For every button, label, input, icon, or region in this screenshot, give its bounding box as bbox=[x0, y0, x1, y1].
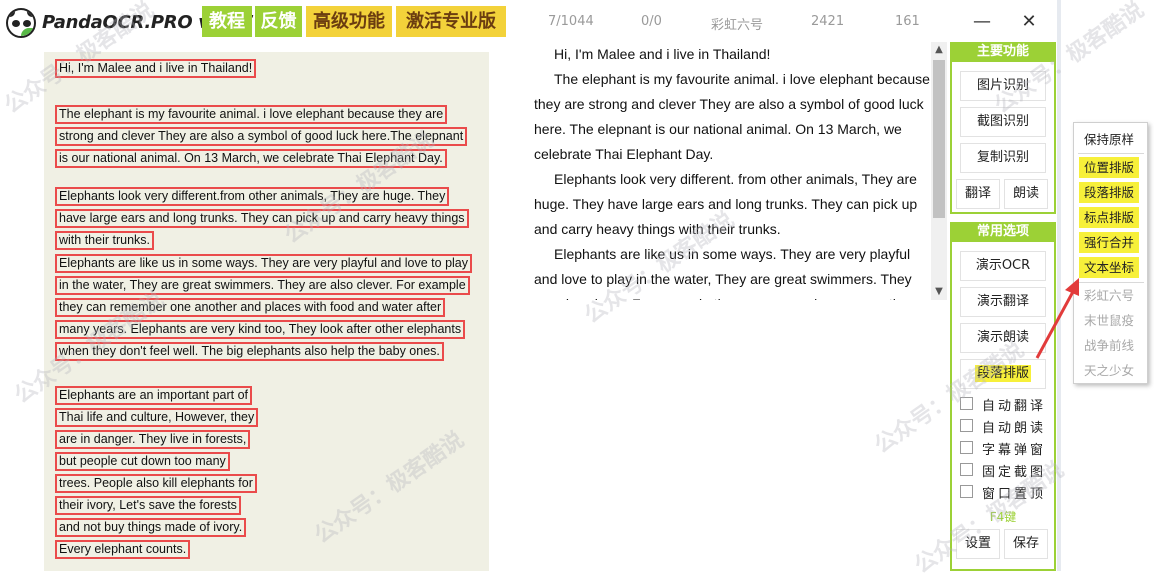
app-window: PandaOCR.PRO v5.57 教程 反馈 高级功能 激活专业版 7/10… bbox=[0, 0, 1060, 571]
time-count: 161 bbox=[895, 14, 920, 29]
hotkey-label: F4键 bbox=[989, 510, 1017, 524]
ocr-box-line: many years. Elephants are very kind too,… bbox=[55, 320, 466, 339]
settings-button[interactable]: 设置 bbox=[956, 529, 1000, 559]
queue-counter: 0/0 bbox=[641, 14, 662, 29]
ocr-box-line: Thai life and culture, However, they bbox=[55, 408, 259, 427]
feedback-tab[interactable]: 反馈 bbox=[255, 6, 302, 37]
checkbox-box bbox=[960, 485, 973, 498]
menu-item-force-merge[interactable]: 强行合并 bbox=[1079, 232, 1139, 253]
ocr-box-line: in the water, They are great swimmers. T… bbox=[55, 276, 470, 295]
ocr-box-line: are in danger. They live in forests, bbox=[55, 430, 251, 449]
read-aloud-button[interactable]: 朗读 bbox=[1004, 179, 1048, 209]
ocr-box-line: with their trunks. bbox=[55, 231, 155, 250]
scroll-down-icon[interactable]: ▼ bbox=[931, 284, 947, 300]
ocr-box-line: they can remember one another and places… bbox=[55, 298, 446, 317]
pin-screenshot-checkbox[interactable]: 固定截图 bbox=[960, 461, 1050, 480]
scroll-up-icon[interactable]: ▲ bbox=[931, 42, 947, 58]
ocr-box-line: and not buy things made of ivory. bbox=[55, 518, 247, 537]
ocr-box-line: Elephants are an important part of bbox=[55, 386, 253, 405]
ocr-box-line: their ivory, Let's save the forests bbox=[55, 496, 241, 515]
auto-read-checkbox[interactable]: 自动朗读 bbox=[960, 417, 1050, 436]
red-arrow-icon bbox=[1035, 278, 1079, 359]
advanced-features-tab[interactable]: 高级功能 bbox=[306, 6, 392, 37]
menu-item-font-rainbow[interactable]: 彩虹六号 bbox=[1079, 285, 1139, 306]
ocr-box-line: but people cut down too many bbox=[55, 452, 230, 471]
result-paragraph: Hi, I'm Malee and i live in Thailand! bbox=[554, 46, 771, 62]
scrollbar-thumb[interactable] bbox=[933, 60, 945, 218]
ocr-box-line: The elephant is my favourite animal. i l… bbox=[55, 105, 448, 124]
font-name-label: 彩虹六号 bbox=[711, 18, 764, 33]
activate-pro-tab[interactable]: 激活专业版 bbox=[396, 6, 506, 37]
source-image-panel: Hi, I'm Malee and i live in Thailand! Th… bbox=[44, 52, 489, 571]
menu-item-font-frontline[interactable]: 战争前线 bbox=[1079, 335, 1139, 356]
ocr-box-line: strong and clever They are also a symbol… bbox=[55, 127, 468, 146]
ocr-box-line: Every elephant counts. bbox=[55, 540, 191, 559]
menu-item-font-sky-girl[interactable]: 天之少女 bbox=[1079, 360, 1139, 381]
checkbox-box bbox=[960, 463, 973, 476]
ocr-box-line: when they don't feel well. The big eleph… bbox=[55, 342, 444, 361]
always-on-top-checkbox[interactable]: 窗口置顶 bbox=[960, 483, 1050, 502]
checkbox-box bbox=[960, 441, 973, 454]
save-button[interactable]: 保存 bbox=[1004, 529, 1048, 559]
checkbox-box bbox=[960, 419, 973, 432]
ocr-box-line: trees. People also kill elephants for bbox=[55, 474, 257, 493]
menu-item-punctuation-layout[interactable]: 标点排版 bbox=[1079, 207, 1139, 228]
menu-separator bbox=[1078, 153, 1144, 154]
close-icon[interactable]: ✕ bbox=[1007, 8, 1051, 36]
ocr-box-line: Elephants are like us in some ways. They… bbox=[55, 254, 473, 273]
menu-item-text-coordinates[interactable]: 文本坐标 bbox=[1079, 257, 1139, 278]
result-paragraph: Elephants are like us in some ways. They… bbox=[534, 246, 913, 300]
title-bar: PandaOCR.PRO v5.57 教程 反馈 高级功能 激活专业版 7/10… bbox=[0, 0, 1058, 44]
image-ocr-button[interactable]: 图片识别 bbox=[960, 71, 1046, 101]
ocr-box-line: Elephants look very different.from other… bbox=[55, 187, 450, 206]
clipboard-ocr-button[interactable]: 复制识别 bbox=[960, 143, 1046, 173]
checkbox-box bbox=[960, 397, 973, 410]
translate-button[interactable]: 翻译 bbox=[956, 179, 1000, 209]
subtitle-popup-checkbox[interactable]: 字幕弹窗 bbox=[960, 439, 1050, 458]
minimize-icon[interactable]: — bbox=[960, 8, 1004, 36]
screenshot-ocr-button[interactable]: 截图识别 bbox=[960, 107, 1046, 137]
ocr-box-line: have large ears and long trunks. They ca… bbox=[55, 209, 469, 228]
char-count: 2421 bbox=[811, 14, 845, 29]
panda-logo-icon bbox=[6, 8, 36, 38]
menu-item-position-layout[interactable]: 位置排版 bbox=[1079, 157, 1139, 178]
paragraph-layout-label: 段落排版 bbox=[974, 365, 1031, 382]
menu-item-font-plague[interactable]: 末世鼠疫 bbox=[1079, 310, 1139, 331]
menu-item-keep-original[interactable]: 保持原样 bbox=[1079, 129, 1139, 150]
auto-translate-checkbox[interactable]: 自动翻译 bbox=[960, 395, 1050, 414]
tutorial-tab[interactable]: 教程 bbox=[202, 6, 252, 37]
ocr-box-line: Hi, I'm Malee and i live in Thailand! bbox=[55, 59, 257, 78]
common-options-header: 常用选项 bbox=[950, 222, 1056, 242]
result-scrollbar[interactable]: ▲ ▼ bbox=[931, 42, 947, 300]
main-functions-header: 主要功能 bbox=[950, 42, 1056, 62]
result-paragraph: The elephant is my favourite animal. i l… bbox=[534, 71, 930, 162]
ocr-box-line: is our national animal. On 13 March, we … bbox=[55, 149, 447, 168]
ocr-result-textarea[interactable]: Hi, I'm Malee and i live in Thailand! Th… bbox=[533, 42, 933, 300]
result-paragraph: Elephants look very different. from othe… bbox=[534, 171, 918, 237]
menu-separator bbox=[1078, 282, 1144, 283]
menu-item-paragraph-layout[interactable]: 段落排版 bbox=[1079, 182, 1139, 203]
page-counter: 7/1044 bbox=[548, 14, 594, 29]
